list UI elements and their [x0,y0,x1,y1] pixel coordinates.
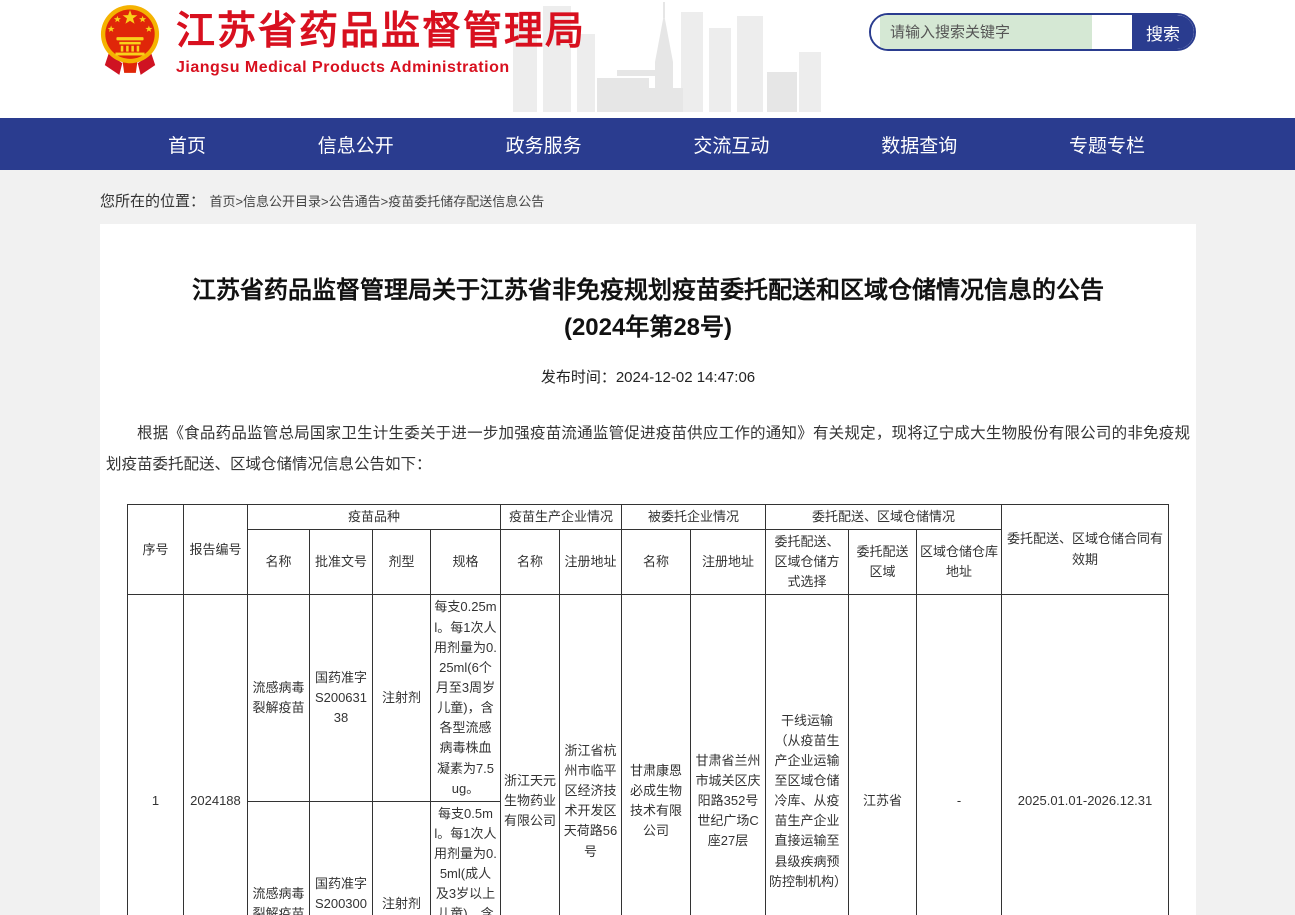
col-header-warehouse-addr: 区域仓储仓库地址 [917,529,1002,594]
col-header-approval-no: 批准文号 [309,529,372,594]
page-title-line1: 江苏省药品监督管理局关于江苏省非免疫规划疫苗委托配送和区域仓储情况信息的公告 [106,272,1190,309]
site-brand: 江苏省药品监督管理局 Jiangsu Medical Products Admi… [176,10,586,77]
breadcrumb-path[interactable]: 首页>信息公开目录>公告通告>疫苗委托储存配送信息公告 [209,194,544,209]
search-button[interactable]: 搜索 [1132,15,1194,49]
cell-vaccine-name: 流感病毒裂解疫苗 [247,595,309,801]
cell-warehouse-addr: - [917,595,1002,915]
col-header-dosage-form: 剂型 [372,529,430,594]
breadcrumb: 您所在的位置： 首页>信息公开目录>公告通告>疫苗委托储存配送信息公告 [100,190,1295,211]
col-header-contract-period: 委托配送、区域仓储合同有效期 [1002,504,1169,595]
publish-time: 发布时间：2024-12-02 14:47:06 [106,366,1190,387]
cell-spec: 每支0.5ml。每1次人用剂量为0.5ml(成人及3岁以上儿童)，含各型流感病毒… [430,801,500,915]
nav-item-info-disclosure[interactable]: 信息公开 [318,131,394,158]
col-header-report-no: 报告编号 [183,504,247,595]
col-group-manufacturer: 疫苗生产企业情况 [500,504,621,529]
content-panel: 江苏省药品监督管理局关于江苏省非免疫规划疫苗委托配送和区域仓储情况信息的公告 (… [100,224,1196,915]
cell-report-no: 2024188 [183,595,247,915]
cell-dosage-form: 注射剂 [372,595,430,801]
col-group-entrusted: 被委托企业情况 [622,504,766,529]
col-header-mode: 委托配送、区域仓储方式选择 [766,529,849,594]
col-header-mfr-name: 名称 [500,529,559,594]
cell-ent-name: 甘肃康恩必成生物技术有限公司 [622,595,691,915]
announcement-paragraph: 根据《食品药品监管总局国家卫生计生委关于进一步加强疫苗流通监管促进疫苗供应工作的… [106,419,1190,479]
search-pad [871,15,880,49]
search-input[interactable] [880,15,1092,49]
col-header-ent-addr: 注册地址 [691,529,766,594]
nav-item-home[interactable]: 首页 [168,131,206,158]
cell-spec: 每支0.25ml。每1次人用剂量为0.25ml(6个月至3周岁儿童)，含各型流感… [430,595,500,801]
cell-mfr-addr: 浙江省杭州市临平区经济技术开发区天荷路56号 [559,595,621,915]
nav-item-data-query[interactable]: 数据查询 [881,131,957,158]
cell-mfr-name: 浙江天元生物药业有限公司 [500,595,559,915]
site-subtitle: Jiangsu Medical Products Administration [176,59,586,77]
table-row-1a: 1 2024188 流感病毒裂解疫苗 国药准字S20063138 注射剂 每支0… [127,595,1168,801]
col-header-region: 委托配送区域 [849,529,917,594]
col-header-ent-name: 名称 [622,529,691,594]
col-header-vaccine-name: 名称 [247,529,309,594]
breadcrumb-prefix: 您所在的位置： [100,193,205,210]
cell-region: 江苏省 [849,595,917,915]
site-title: 江苏省药品监督管理局 [176,10,586,55]
cell-approval-no: 国药准字S20030072 [309,801,372,915]
nav-item-interaction[interactable]: 交流互动 [693,131,769,158]
col-header-seq: 序号 [127,504,183,595]
cell-vaccine-name: 流感病毒裂解疫苗 [247,801,309,915]
col-group-vaccine: 疫苗品种 [247,504,500,529]
national-emblem-icon[interactable] [99,3,161,75]
col-header-mfr-addr: 注册地址 [559,529,621,594]
search-gap [1092,15,1132,49]
vaccine-table: 序号 报告编号 疫苗品种 疫苗生产企业情况 被委托企业情况 委托配送、区域仓储情… [127,504,1169,915]
search-bar: 搜索 [869,13,1196,51]
table-header-row-1: 序号 报告编号 疫苗品种 疫苗生产企业情况 被委托企业情况 委托配送、区域仓储情… [127,504,1168,529]
page-title-line2: (2024年第28号) [106,309,1190,346]
cell-ent-addr: 甘肃省兰州市城关区庆阳路352号世纪广场C座27层 [691,595,766,915]
nav-item-special-topics[interactable]: 专题专栏 [1069,131,1145,158]
site-header: 江苏省药品监督管理局 Jiangsu Medical Products Admi… [0,0,1295,118]
cell-contract: 2025.01.01-2026.12.31 [1002,595,1169,915]
nav-item-gov-services[interactable]: 政务服务 [506,131,582,158]
cell-seq: 1 [127,595,183,915]
col-header-spec: 规格 [430,529,500,594]
cell-dosage-form: 注射剂 [372,801,430,915]
col-group-distribution: 委托配送、区域仓储情况 [766,504,1002,529]
cell-approval-no: 国药准字S20063138 [309,595,372,801]
cell-mode: 干线运输（从疫苗生产企业运输至区域仓储冷库、从疫苗生产企业直接运输至县级疾病预防… [766,595,849,915]
main-nav: 首页 信息公开 政务服务 交流互动 数据查询 专题专栏 [0,118,1295,170]
